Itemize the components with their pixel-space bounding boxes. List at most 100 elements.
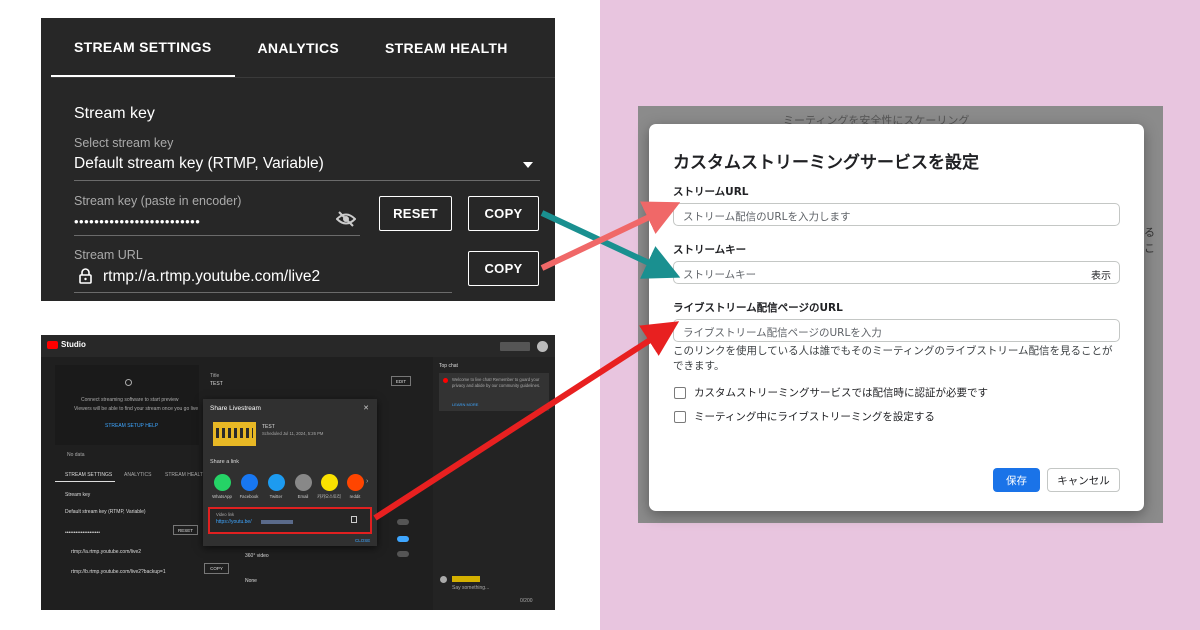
tab-stream-settings[interactable]: STREAM SETTINGS: [51, 18, 235, 77]
tab-analytics[interactable]: ANALYTICS: [235, 18, 363, 77]
whatsapp-icon[interactable]: [214, 474, 231, 491]
bg-side-text: るこ: [1144, 226, 1155, 255]
email-label: Email: [297, 494, 309, 499]
facebook-label: Facebook: [239, 494, 259, 499]
email-icon[interactable]: [295, 474, 312, 491]
studio-tab-analytics[interactable]: ANALYTICS: [124, 472, 151, 478]
share-title: Share Livestream: [210, 405, 261, 412]
tab-stream-health[interactable]: STREAM HEALTH: [362, 18, 531, 77]
close-icon[interactable]: ✕: [363, 404, 369, 412]
stream-key-placeholder: ストリームキー: [683, 269, 757, 281]
preview-area: [55, 365, 199, 445]
studio-stream-key-mask[interactable]: ••••••••••••••••••••: [65, 530, 100, 536]
youtube-logo-icon: [47, 341, 58, 349]
key-underline: [74, 235, 360, 236]
twitter-label: Twitter: [269, 494, 283, 499]
studio-screenshot: Studio Connect streaming software to sta…: [41, 335, 555, 610]
stream-key-heading: Stream key: [74, 105, 155, 122]
toggle-3[interactable]: [397, 551, 409, 557]
auth-checkbox[interactable]: [674, 386, 686, 399]
studio-stream-key-select[interactable]: Default stream key (RTMP, Variable): [65, 509, 146, 515]
visibility-off-icon[interactable]: [336, 211, 356, 227]
livestream-page-label: ライブストリーム配信ページのURL: [673, 302, 843, 314]
select-stream-key-label: Select stream key: [74, 136, 174, 150]
stream-url-input[interactable]: ストリーム配信のURLを入力します: [673, 203, 1120, 226]
share-scheduled: Scheduled Jul 11, 2024, 5:26 PM: [262, 431, 324, 436]
studio-copy-button[interactable]: COPY: [204, 563, 229, 574]
studio-360-label: 360° video: [245, 553, 269, 559]
studio-none-label[interactable]: None: [245, 578, 257, 584]
stream-url-placeholder: ストリーム配信のURLを入力します: [683, 211, 851, 223]
auth-checkbox-label: カスタムストリーミングサービスでは配信時に認証が必要です: [694, 387, 988, 399]
studio-reset-button[interactable]: RESET: [173, 525, 198, 535]
stream-key-label: ストリームキー: [673, 244, 747, 256]
studio-title-label: Title: [210, 373, 220, 379]
share-a-link-label: Share a link: [210, 459, 240, 465]
stream-key-select[interactable]: Default stream key (RTMP, Variable): [74, 155, 324, 173]
stream-settings-panel: STREAM SETTINGS ANALYTICS STREAM HEALTH …: [41, 18, 555, 301]
studio-tab-stream-settings[interactable]: STREAM SETTINGS: [65, 472, 112, 478]
studio-backup-url[interactable]: rtmp://b.rtmp.youtube.com/live2?backup=1: [71, 569, 166, 575]
setup-checkbox-row[interactable]: ミーティング中にライブストリーミングを設定する: [674, 409, 935, 424]
stream-key-input[interactable]: ストリームキー 表示: [673, 261, 1120, 284]
avatar[interactable]: [537, 341, 548, 352]
toggle-1[interactable]: [397, 519, 409, 525]
lock-icon: [79, 268, 92, 284]
setup-help-link[interactable]: STREAM SETUP HELP: [105, 423, 158, 429]
show-key-button[interactable]: 表示: [1091, 267, 1111, 282]
video-link-label: Video link: [216, 512, 235, 517]
studio-logo-text: Studio: [61, 340, 86, 349]
reddit-icon[interactable]: [347, 474, 364, 491]
stream-url-label: Stream URL: [74, 248, 143, 262]
dialog-title: カスタムストリーミングサービスを設定: [673, 153, 979, 173]
reddit-label: reddit: [349, 494, 361, 499]
stream-key-label: Stream key (paste in encoder): [74, 194, 242, 208]
studio-edit-button[interactable]: EDIT: [391, 376, 411, 386]
studio-title-value: TEST: [210, 381, 223, 387]
save-button[interactable]: 保存: [993, 468, 1040, 492]
loading-icon: [125, 379, 132, 386]
studio-tab-stream-health[interactable]: STREAM HEALTH: [165, 472, 207, 478]
youtube-mini-icon: [443, 378, 448, 383]
reset-button[interactable]: RESET: [379, 196, 452, 231]
toggle-2[interactable]: [397, 536, 409, 542]
select-underline: [74, 180, 540, 181]
kakaostory-label: 카카오스토리: [317, 494, 341, 499]
livestream-page-input[interactable]: ライブストリーム配信ページのURLを入力: [673, 319, 1120, 342]
settings-tabs: STREAM SETTINGS ANALYTICS STREAM HEALTH: [51, 18, 555, 78]
studio-tab-indicator: [55, 481, 115, 482]
stream-url-value[interactable]: rtmp://a.rtmp.youtube.com/live2: [103, 268, 320, 286]
video-link-url[interactable]: https://youtu.be/: [216, 519, 252, 525]
setup-checkbox[interactable]: [674, 410, 686, 423]
studio-topbar-button[interactable]: [500, 342, 530, 351]
whatsapp-label: WhatsApp: [212, 494, 232, 499]
dropdown-arrow-icon[interactable]: [523, 162, 533, 168]
stream-url-label: ストリームURL: [673, 186, 749, 198]
studio-stream-key-heading: Stream key: [65, 492, 91, 498]
chat-char-count: 0/200: [520, 598, 533, 604]
chat-welcome-text: Welcome to live chat! Remember to guard …: [452, 377, 541, 388]
stream-key-input[interactable]: •••••••••••••••••••••••••: [74, 214, 200, 229]
kakaostory-icon[interactable]: [321, 474, 338, 491]
custom-streaming-dialog: カスタムストリーミングサービスを設定 ストリームURL ストリーム配信のURLを…: [649, 124, 1144, 511]
learn-more-link[interactable]: LEARN MORE: [452, 402, 478, 407]
copy-icon[interactable]: [351, 516, 357, 523]
facebook-icon[interactable]: [241, 474, 258, 491]
preview-line-1: Connect streaming software to start prev…: [81, 397, 179, 403]
auth-checkbox-row[interactable]: カスタムストリーミングサービスでは配信時に認証が必要です: [674, 385, 988, 400]
cancel-button[interactable]: キャンセル: [1047, 468, 1120, 492]
chat-input[interactable]: Say something...: [452, 585, 489, 591]
chevron-right-icon[interactable]: ›: [366, 478, 368, 485]
no-data-label: No data: [67, 452, 85, 458]
chat-avatar: [440, 576, 447, 583]
copy-url-button[interactable]: COPY: [468, 251, 539, 286]
url-underline: [74, 292, 452, 293]
studio-url[interactable]: rtmp://a.rtmp.youtube.com/live2: [71, 549, 141, 555]
copy-key-button[interactable]: COPY: [468, 196, 539, 231]
top-chat-label[interactable]: Top chat: [439, 363, 458, 369]
share-close-button[interactable]: CLOSE: [355, 538, 370, 543]
share-livestream-dialog: Share Livestream ✕ TEST Scheduled Jul 11…: [203, 399, 377, 546]
setup-checkbox-label: ミーティング中にライブストリーミングを設定する: [694, 411, 935, 423]
preview-line-2: Viewers will be able to find your stream…: [74, 406, 199, 412]
twitter-icon[interactable]: [268, 474, 285, 491]
